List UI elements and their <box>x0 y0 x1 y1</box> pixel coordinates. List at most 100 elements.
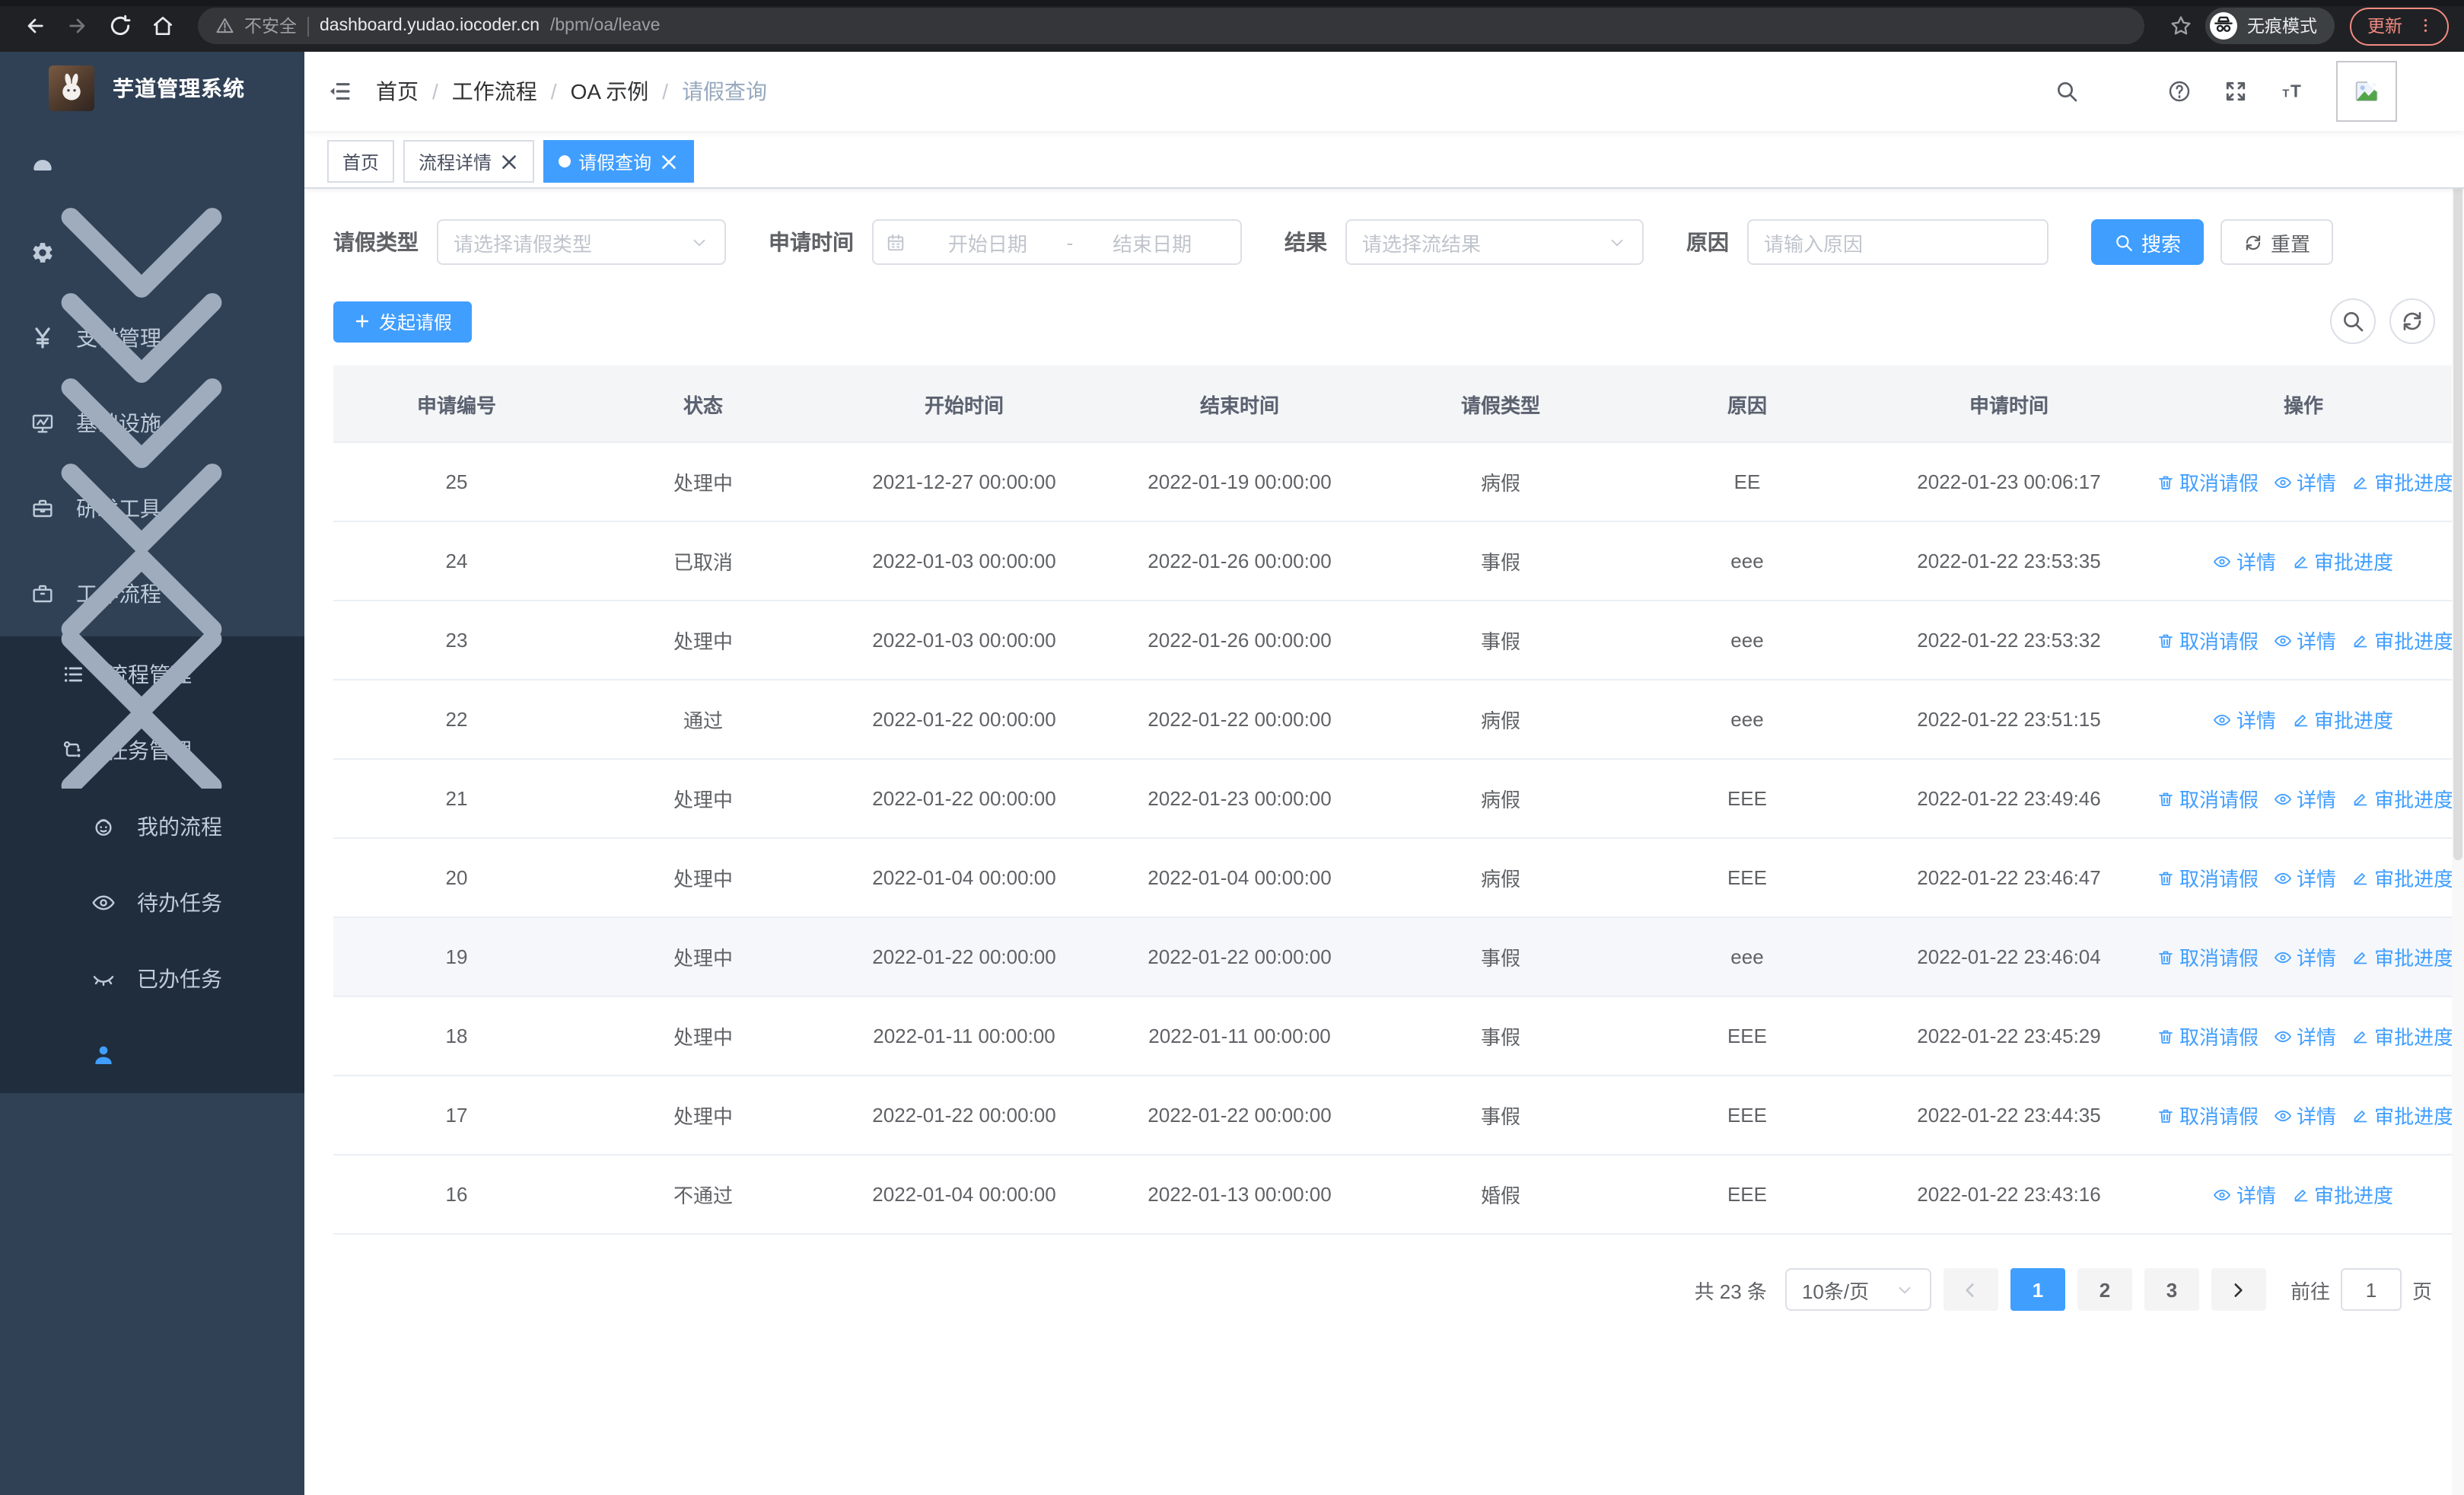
action-progress-link[interactable]: 审批进度 <box>2351 1101 2453 1130</box>
leave-type-select[interactable]: 请选择请假类型 <box>437 219 726 265</box>
action-detail-link[interactable]: 详情 <box>2274 1101 2336 1130</box>
tab-close-icon[interactable] <box>499 151 519 171</box>
page-size-select[interactable]: 10条/页 <box>1784 1268 1931 1311</box>
cell-reason: EEE <box>1624 996 1870 1076</box>
url-separator <box>307 16 309 36</box>
action-detail-link[interactable]: 详情 <box>2274 942 2336 971</box>
bookmark-star-button[interactable] <box>2168 14 2192 38</box>
action-cancel-link[interactable]: 取消请假 <box>2157 863 2259 892</box>
eye-closed-icon <box>91 967 116 991</box>
action-label: 审批进度 <box>2314 1184 2394 1207</box>
page-button-3[interactable]: 3 <box>2144 1268 2199 1311</box>
action-detail-link[interactable]: 详情 <box>2274 863 2336 892</box>
sidebar-item-请假查询[interactable]: 请假查询 <box>0 1017 304 1093</box>
action-cancel-link[interactable]: 取消请假 <box>2157 1101 2259 1130</box>
reset-button[interactable]: 重置 <box>2220 219 2334 265</box>
filter-result: 结果 请选择流结果 <box>1285 219 1644 265</box>
sidebar-item-label: 请假查询 <box>95 1057 112 1064</box>
cell-status: 不通过 <box>580 1155 826 1235</box>
cell-reason: EEE <box>1624 1155 1870 1235</box>
action-cancel-link[interactable]: 取消请假 <box>2157 784 2259 813</box>
font-size-button[interactable]: TT <box>2280 79 2304 104</box>
cell-type: 病假 <box>1377 442 1624 522</box>
action-cancel-link[interactable]: 取消请假 <box>2157 1022 2259 1050</box>
action-progress-link[interactable]: 审批进度 <box>2351 626 2453 655</box>
action-detail-link[interactable]: 详情 <box>2214 547 2276 575</box>
breadcrumb-item[interactable]: OA 示例 <box>571 76 649 107</box>
browser-update-button[interactable]: 更新 <box>2349 7 2449 45</box>
action-detail-link[interactable]: 详情 <box>2214 1180 2276 1209</box>
reason-placeholder: 请输入原因 <box>1764 232 1864 255</box>
browser-reload-button[interactable] <box>100 6 140 46</box>
address-bar[interactable]: 不安全 dashboard.yudao.iocoder.cn/bpm/oa/le… <box>198 8 2144 44</box>
sidebar-item-我的流程[interactable]: 我的流程 <box>0 789 304 865</box>
action-progress-link[interactable]: 审批进度 <box>2351 942 2453 971</box>
security-label[interactable]: 不安全 <box>244 14 297 38</box>
breadcrumb-item[interactable]: 工作流程 <box>452 76 537 107</box>
page-button-2[interactable]: 2 <box>2077 1268 2132 1311</box>
prev-page-button[interactable] <box>1943 1268 1998 1311</box>
cell-type: 病假 <box>1377 759 1624 839</box>
action-progress-link[interactable]: 审批进度 <box>2291 705 2393 734</box>
action-progress-link[interactable]: 审批进度 <box>2351 863 2453 892</box>
search-button[interactable]: 搜索 <box>2091 219 2205 265</box>
user-avatar[interactable] <box>2336 61 2397 122</box>
sidebar-collapse-button[interactable] <box>327 79 352 104</box>
sidebar-item-待办任务[interactable]: 待办任务 <box>0 865 304 941</box>
cell-actions: 取消请假 详情 审批进度 <box>2147 442 2459 522</box>
table-header-row: 申请编号 状态 开始时间 结束时间 请假类型 原因 申请时间 操作 <box>333 365 2459 443</box>
toggle-search-button[interactable] <box>2330 298 2376 344</box>
action-progress-link[interactable]: 审批进度 <box>2291 547 2393 575</box>
tab-首页[interactable]: 首页 <box>327 140 395 183</box>
page-button-1[interactable]: 1 <box>2010 1268 2065 1311</box>
cell-reason: EE <box>1624 442 1870 522</box>
tab-close-icon[interactable] <box>659 151 679 171</box>
action-cancel-link[interactable]: 取消请假 <box>2157 626 2259 655</box>
chevron-down-icon <box>1607 232 1627 252</box>
action-cancel-link[interactable]: 取消请假 <box>2157 942 2259 971</box>
goto-page-input[interactable]: 1 <box>2340 1268 2402 1311</box>
next-page-button[interactable] <box>2211 1268 2266 1311</box>
action-progress-link[interactable]: 审批进度 <box>2291 1180 2393 1209</box>
breadcrumb-item[interactable]: 首页 <box>376 76 419 107</box>
browser-back-button[interactable] <box>15 6 55 46</box>
date-separator: - <box>1066 231 1074 253</box>
date-range-picker[interactable]: 开始日期 - 结束日期 <box>872 219 1242 265</box>
filter-leave-type: 请假类型 请选择请假类型 <box>333 219 726 265</box>
action-label: 审批进度 <box>2374 868 2454 891</box>
action-detail-link[interactable]: 详情 <box>2274 467 2336 496</box>
action-detail-link[interactable]: 详情 <box>2274 1022 2336 1050</box>
result-select[interactable]: 请选择流结果 <box>1345 219 1644 265</box>
action-cancel-link[interactable]: 取消请假 <box>2157 467 2259 496</box>
action-detail-link[interactable]: 详情 <box>2214 705 2276 734</box>
page-scrollbar[interactable] <box>2452 52 2464 1495</box>
help-button[interactable] <box>2167 79 2192 104</box>
action-detail-link[interactable]: 详情 <box>2274 626 2336 655</box>
refresh-table-button[interactable] <box>2389 298 2435 344</box>
sidebar-item-任务管理[interactable]: 任务管理 <box>0 706 304 795</box>
sidebar-item-已办任务[interactable]: 已办任务 <box>0 941 304 1017</box>
reason-input[interactable]: 请输入原因 <box>1747 219 2049 265</box>
browser-home-button[interactable] <box>143 6 183 46</box>
action-progress-link[interactable]: 审批进度 <box>2351 467 2453 496</box>
filter-form: 请假类型 请选择请假类型 申请时间 开始日期 - 结束日期 结果 请选择流结果 … <box>333 219 2435 265</box>
date-end-placeholder[interactable]: 结束日期 <box>1076 228 1228 257</box>
action-detail-link[interactable]: 详情 <box>2274 784 2336 813</box>
create-leave-button[interactable]: 发起请假 <box>333 301 473 342</box>
header-search-button[interactable] <box>2055 79 2079 104</box>
action-label: 取消请假 <box>2179 947 2259 970</box>
fullscreen-button[interactable] <box>2224 79 2248 104</box>
tab-流程详情[interactable]: 流程详情 <box>403 140 535 183</box>
tab-请假查询[interactable]: 请假查询 <box>543 140 695 183</box>
browser-menu-icon[interactable] <box>2416 18 2434 35</box>
action-label: 详情 <box>2297 868 2337 891</box>
action-label: 详情 <box>2297 630 2337 653</box>
date-start-placeholder[interactable]: 开始日期 <box>912 228 1064 257</box>
action-progress-link[interactable]: 审批进度 <box>2351 784 2453 813</box>
action-progress-link[interactable]: 审批进度 <box>2351 1022 2453 1050</box>
breadcrumb-separator: / <box>550 79 557 104</box>
robot-icon <box>91 814 116 839</box>
github-link[interactable] <box>2111 79 2135 104</box>
browser-forward-button[interactable] <box>58 6 97 46</box>
avatar-dropdown-button[interactable] <box>2417 91 2441 116</box>
